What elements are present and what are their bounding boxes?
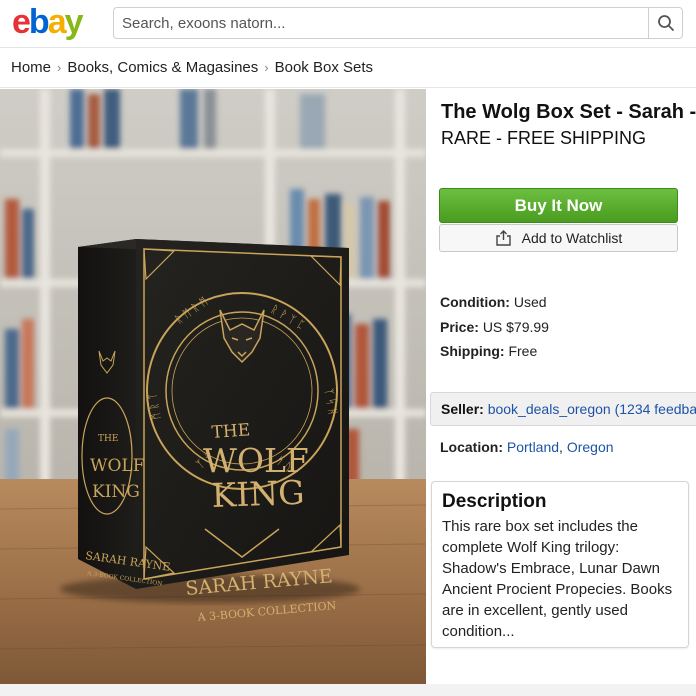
shipping-value: Free [508, 343, 538, 359]
search-input[interactable] [122, 8, 642, 38]
logo-letter: b [28, 3, 50, 41]
breadcrumb-box-sets[interactable]: Book Box Sets [275, 59, 373, 76]
shipping-row: Shipping: Free [440, 343, 537, 359]
logo-letter: e [12, 3, 31, 41]
product-title-line2: RARE - FREE SHIPPING [441, 128, 647, 148]
buy-it-now-button[interactable]: Buy It Now [439, 188, 678, 223]
watchlist-label: Add to Watchlist [521, 230, 623, 246]
breadcrumb-home[interactable]: Home [11, 59, 51, 76]
location-state-link[interactable]: Oregon [567, 439, 614, 455]
search-bar [113, 7, 683, 39]
seller-link[interactable]: book_deals_oregon (1234 feedback) [488, 401, 696, 417]
product-title-line1: The Wolg Box Set - Sarah - [441, 101, 696, 123]
description-text: This rare box set includes the complete … [442, 518, 673, 640]
price-value: US $79.99 [482, 319, 549, 335]
side-title-the: THE [98, 434, 118, 444]
description-title: Description [442, 491, 547, 512]
product-photo: ᚱ ᛗ ᚱ ᛗ ᚱ ᚹ ᛉ ᛈ ᛉ ᛋ ᚺ ᛗ ᚱ ᛏ ᛉ ᚾ ᛋ ᚢ THE … [0, 89, 426, 696]
chevron-right-icon: › [264, 60, 269, 75]
price-row: Price: US $79.99 [440, 319, 549, 335]
top-bar: ebay [0, 0, 696, 48]
cover-title-king: KING [211, 473, 305, 515]
side-title-wolf: WOLF [90, 456, 145, 476]
product-image[interactable]: ᚱ ᛗ ᚱ ᛗ ᚱ ᚹ ᛉ ᛈ ᛉ ᛋ ᚺ ᛗ ᚱ ᛏ ᛉ ᚾ ᛋ ᚢ THE … [0, 89, 426, 696]
location-row: Location: Portland, Oregon [440, 439, 614, 455]
location-separator: , [559, 439, 563, 455]
breadcrumb-books[interactable]: Books, Comics & Magasines [67, 59, 258, 76]
search-icon [657, 15, 674, 31]
condition-row: Condition: Used [440, 294, 547, 310]
description-card: Description This rare box set includes t… [431, 481, 689, 648]
seller-label: Seller: [441, 401, 484, 417]
search-button[interactable] [648, 8, 682, 38]
seller-row: Seller: book_deals_oregon (1234 feedback… [430, 392, 696, 426]
product-title: The Wolg Box Set - Sarah - RARE - FREE S… [441, 99, 696, 151]
shipping-label: Shipping: [440, 343, 505, 359]
condition-label: Condition: [440, 294, 510, 310]
ebay-logo[interactable]: ebay [12, 3, 84, 41]
bottom-divider [0, 684, 696, 696]
logo-letter: y [64, 3, 84, 41]
product-info-panel: The Wolg Box Set - Sarah - RARE - FREE S… [426, 89, 696, 696]
location-label: Location: [440, 439, 503, 455]
price-label: Price: [440, 319, 479, 335]
location-city-link[interactable]: Portland [507, 439, 559, 455]
logo-letter: a [47, 3, 67, 41]
side-title-king: KING [92, 482, 140, 502]
breadcrumb: Home › Books, Comics & Magasines › Book … [0, 48, 696, 88]
add-to-watchlist-button[interactable]: Add to Watchlist [439, 224, 678, 252]
cover-title-the: THE [211, 420, 251, 443]
share-icon [495, 230, 511, 246]
condition-value: Used [513, 294, 547, 310]
chevron-right-icon: › [57, 60, 62, 75]
